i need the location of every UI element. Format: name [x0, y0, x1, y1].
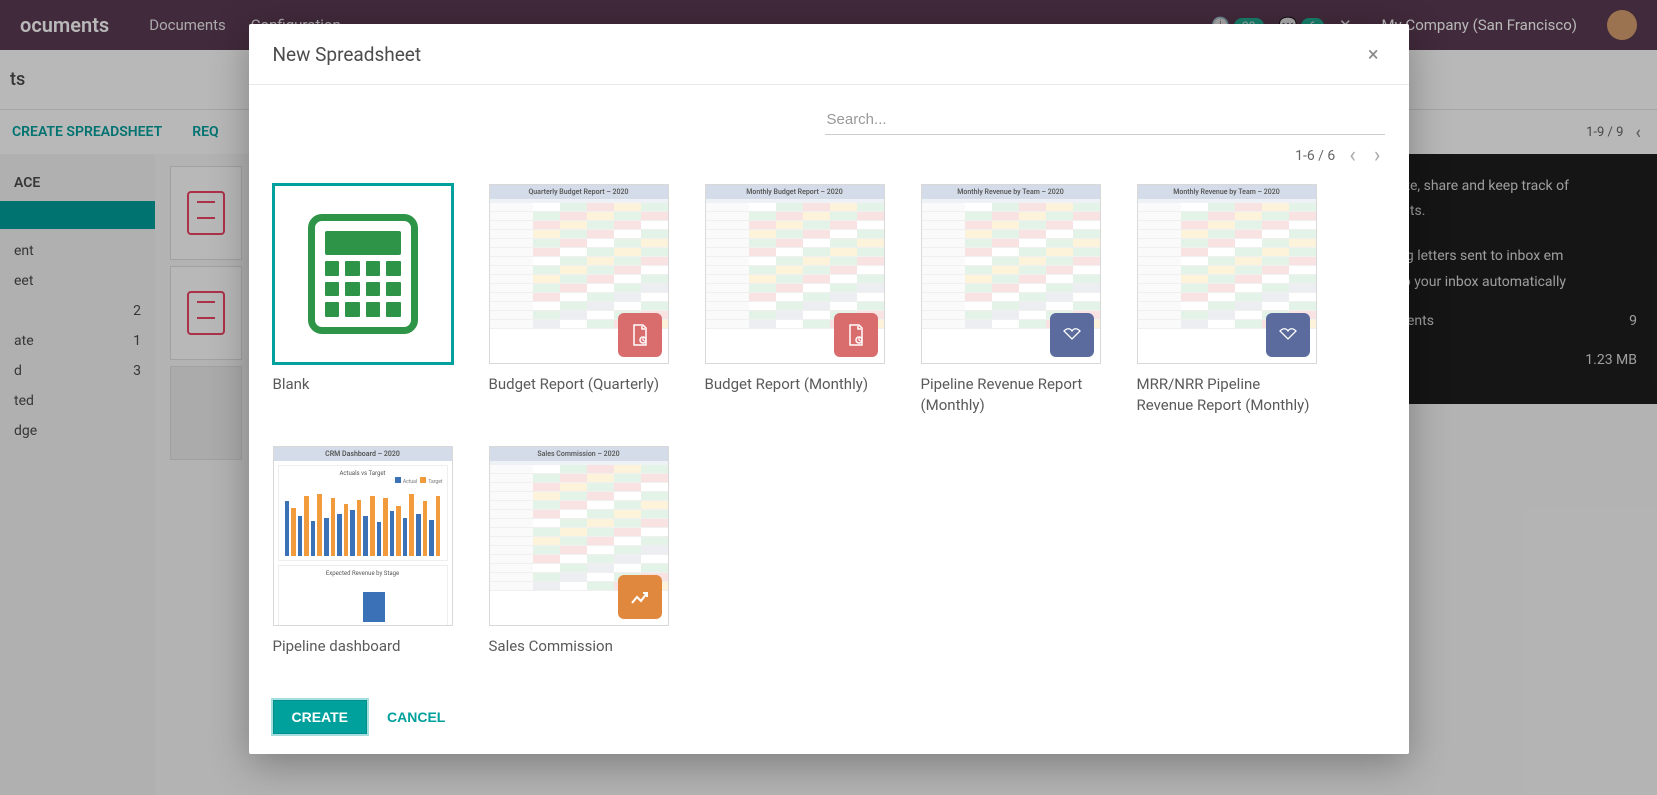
template-thumbnail — [273, 184, 453, 364]
template-budget-m[interactable]: Monthly Budget Report – 2020 Budget Repor… — [705, 184, 885, 416]
template-pipeline-m[interactable]: Monthly Revenue by Team – 2020 Pipeline R… — [921, 184, 1101, 416]
new-spreadsheet-modal: New Spreadsheet × 1-6 / 6 ‹ › Blank Quart… — [249, 24, 1409, 754]
template-thumbnail: CRM Dashboard – 2020Actuals vs TargetAct… — [273, 446, 453, 626]
template-blank[interactable]: Blank — [273, 184, 453, 416]
modal-pager: 1-6 / 6 ‹ › — [273, 141, 1385, 170]
spreadsheet-icon — [275, 186, 451, 362]
template-thumbnail: Monthly Revenue by Team – 2020 — [1137, 184, 1317, 364]
template-label: Budget Report (Quarterly) — [489, 374, 669, 395]
template-pipeline-dash[interactable]: CRM Dashboard – 2020Actuals vs TargetAct… — [273, 446, 453, 657]
modal-title: New Spreadsheet — [273, 43, 422, 66]
template-label: Sales Commission — [489, 636, 669, 657]
template-thumbnail: Quarterly Budget Report – 2020 — [489, 184, 669, 364]
app-badge-icon — [618, 313, 662, 357]
template-label: Blank — [273, 374, 453, 395]
app-badge-icon — [1050, 313, 1094, 357]
template-budget-q[interactable]: Quarterly Budget Report – 2020 Budget Rep… — [489, 184, 669, 416]
app-badge-icon — [1266, 313, 1310, 357]
template-thumbnail: Monthly Revenue by Team – 2020 — [921, 184, 1101, 364]
modal-header: New Spreadsheet × — [249, 24, 1409, 85]
template-thumbnail: Monthly Budget Report – 2020 — [705, 184, 885, 364]
modal-overlay: New Spreadsheet × 1-6 / 6 ‹ › Blank Quart… — [0, 0, 1657, 795]
template-sales-comm[interactable]: Sales Commission – 2020 Sales Commission — [489, 446, 669, 657]
search-input[interactable] — [825, 105, 1385, 135]
chevron-right-icon[interactable]: › — [1370, 141, 1385, 170]
close-icon[interactable]: × — [1362, 40, 1385, 68]
modal-body: 1-6 / 6 ‹ › Blank Quarterly Budget Report… — [249, 85, 1409, 686]
template-label: Budget Report (Monthly) — [705, 374, 885, 395]
app-badge-icon — [618, 575, 662, 619]
create-button[interactable]: CREATE — [273, 700, 368, 734]
template-grid: Blank Quarterly Budget Report – 2020 Budge… — [273, 184, 1385, 657]
template-label: Pipeline dashboard — [273, 636, 453, 657]
cancel-button[interactable]: CANCEL — [387, 709, 445, 725]
app-badge-icon — [834, 313, 878, 357]
template-label: MRR/NRR Pipeline Revenue Report (Monthly… — [1137, 374, 1317, 416]
template-mrr-nrr[interactable]: Monthly Revenue by Team – 2020 MRR/NRR Pi… — [1137, 184, 1317, 416]
modal-footer: CREATE CANCEL — [249, 686, 1409, 754]
pager-text: 1-6 / 6 — [1295, 148, 1335, 164]
template-label: Pipeline Revenue Report (Monthly) — [921, 374, 1101, 416]
template-thumbnail: Sales Commission – 2020 — [489, 446, 669, 626]
chevron-left-icon[interactable]: ‹ — [1345, 141, 1360, 170]
